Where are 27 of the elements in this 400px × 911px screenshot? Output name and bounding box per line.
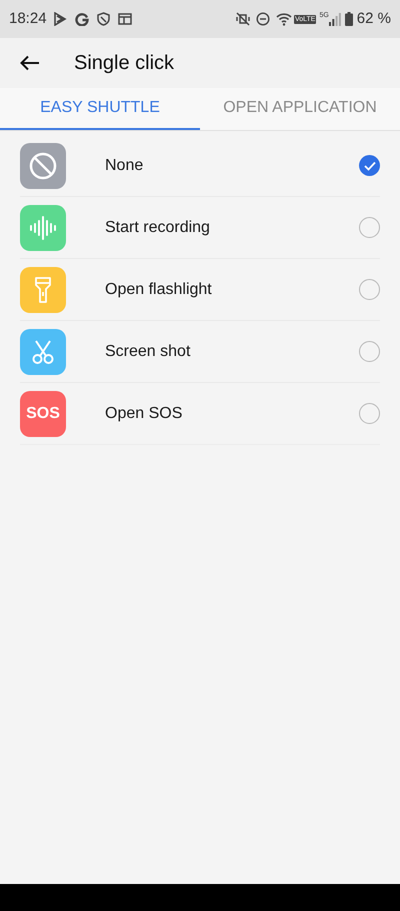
radio-button[interactable] xyxy=(359,217,380,238)
option-label: None xyxy=(105,156,144,176)
radio-button[interactable] xyxy=(359,279,380,300)
page-title: Single click xyxy=(74,51,174,76)
do-not-disturb-icon xyxy=(256,12,270,26)
shield-icon xyxy=(96,12,110,26)
status-time: 18:24 xyxy=(9,8,47,29)
tab[interactable]: OPEN APPLICATION xyxy=(200,88,400,130)
wifi-icon xyxy=(276,12,292,26)
sos-icon: SOS xyxy=(20,390,66,436)
option-label: Start recording xyxy=(105,218,211,238)
vibrate-off-icon xyxy=(236,12,250,26)
option-label: Open SOS xyxy=(105,404,184,424)
checkmark-icon xyxy=(364,160,376,170)
play-icon xyxy=(52,12,67,26)
tab[interactable]: EASY SHUTTLE xyxy=(0,88,200,130)
radio-button[interactable] xyxy=(359,403,380,424)
battery-level: 62 % xyxy=(356,8,391,29)
radio-button[interactable] xyxy=(359,341,380,362)
battery-icon xyxy=(344,12,353,26)
radio-button[interactable] xyxy=(359,155,380,176)
option-label: Screen shot xyxy=(105,342,192,362)
option-label: Open flashlight xyxy=(105,280,213,300)
window-icon xyxy=(118,13,132,25)
google-icon xyxy=(74,12,89,26)
signal-icon xyxy=(328,12,341,26)
back-arrow-icon xyxy=(20,55,40,71)
